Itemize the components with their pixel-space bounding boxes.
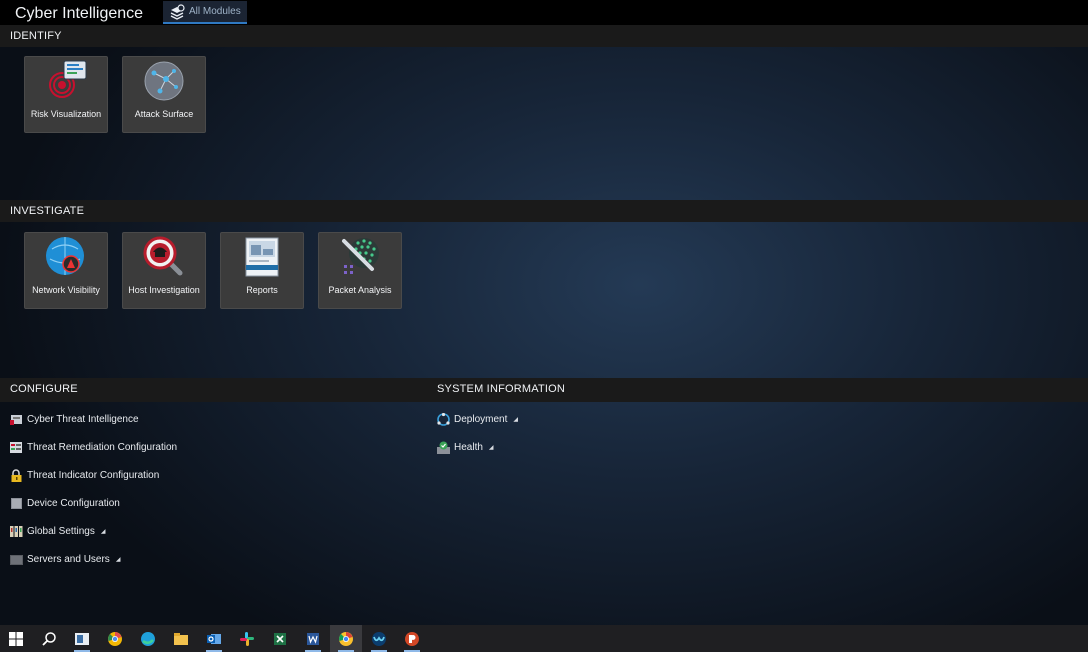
taskbar-outlook[interactable]: [198, 625, 230, 652]
os-taskbar: [0, 625, 1088, 652]
tile-label: Risk Visualization: [30, 109, 102, 119]
taskbar-chrome[interactable]: [330, 625, 362, 652]
config-item-device-configuration[interactable]: Device Configuration: [10, 496, 120, 510]
file-explorer-icon: [174, 632, 188, 645]
expand-caret-icon[interactable]: ◢: [513, 416, 518, 423]
taskbar-search-button[interactable]: [33, 625, 65, 652]
server-icon: [10, 554, 23, 565]
taskbar-word[interactable]: [297, 625, 329, 652]
taskbar-excel[interactable]: [264, 625, 296, 652]
slack-icon: [240, 631, 254, 646]
all-modules-label: All Modules: [189, 6, 241, 17]
investigate-header: INVESTIGATE: [0, 200, 1088, 222]
config-item-label: Servers and Users: [27, 553, 110, 565]
reports-icon: [245, 237, 279, 277]
expand-caret-icon[interactable]: ◢: [101, 528, 106, 535]
config-item-cyber-threat-intelligence[interactable]: Cyber Threat Intelligence: [10, 412, 139, 426]
sys-item-health[interactable]: Health ◢: [437, 440, 494, 454]
deployment-icon: [437, 412, 450, 426]
config-item-label: Threat Remediation Configuration: [27, 441, 178, 453]
taskbar-powerpoint[interactable]: [396, 625, 428, 652]
config-item-global-settings[interactable]: Global Settings ◢: [10, 524, 105, 538]
taskbar-file-explorer[interactable]: [165, 625, 197, 652]
config-item-label: Cyber Threat Intelligence: [27, 413, 139, 425]
all-modules-tab[interactable]: All Modules: [163, 1, 247, 24]
packet-analysis-icon: [342, 238, 379, 274]
config-item-servers-and-users[interactable]: Servers and Users ◢: [10, 552, 120, 566]
taskbar-edge[interactable]: [132, 625, 164, 652]
configure-header: CONFIGURE: [10, 383, 78, 395]
network-visibility-icon: [46, 237, 84, 275]
taskbar-webex[interactable]: [363, 625, 395, 652]
threat-intel-icon: [10, 414, 22, 425]
taskbar-task-view[interactable]: [66, 625, 98, 652]
edge-icon: [141, 631, 155, 646]
network-globe-icon: [144, 61, 184, 101]
top-bar: Cyber Intelligence All Modules: [0, 0, 1088, 25]
taskbar-slack[interactable]: [231, 625, 263, 652]
tile-reports[interactable]: Reports: [220, 232, 304, 309]
system-information-header: SYSTEM INFORMATION: [437, 383, 566, 395]
main-content: IDENTIFY Risk Visualization Attack Surfa…: [0, 25, 1088, 625]
lock-icon: [11, 468, 22, 482]
windows-start-icon: [9, 631, 23, 646]
tile-network-visibility[interactable]: Network Visibility: [24, 232, 108, 309]
tile-label: Host Investigation: [128, 285, 200, 295]
tile-label: Network Visibility: [32, 285, 100, 295]
configure-system-header-bar: CONFIGURE SYSTEM INFORMATION: [0, 378, 1088, 402]
app-title: Cyber Intelligence: [15, 5, 144, 22]
webex-icon: [372, 631, 386, 646]
tile-label: Attack Surface: [134, 109, 194, 119]
tile-label: Packet Analysis: [328, 285, 392, 295]
config-item-threat-remediation-configuration[interactable]: Threat Remediation Configuration: [10, 440, 177, 454]
outlook-icon: [207, 633, 221, 644]
radar-icon: [49, 60, 87, 98]
settings-files-icon: [10, 525, 23, 537]
host-investigation-icon: [143, 236, 183, 276]
health-icon: [437, 441, 450, 454]
chrome-icon: [339, 631, 353, 646]
expand-caret-icon[interactable]: ◢: [489, 444, 494, 451]
tile-packet-analysis[interactable]: Packet Analysis: [318, 232, 402, 309]
modules-stack-icon: [170, 3, 185, 20]
powerpoint-icon: [405, 631, 419, 646]
task-view-icon: [75, 632, 89, 645]
config-item-label: Global Settings: [27, 525, 95, 537]
expand-caret-icon[interactable]: ◢: [116, 556, 121, 563]
sys-item-label: Health: [454, 441, 483, 453]
chrome-canary-icon: [108, 631, 122, 646]
tile-host-investigation[interactable]: Host Investigation: [122, 232, 206, 309]
tile-attack-surface[interactable]: Attack Surface: [122, 56, 206, 133]
identify-header: IDENTIFY: [0, 25, 1088, 47]
config-item-label: Threat Indicator Configuration: [27, 469, 160, 481]
windows-start-button[interactable]: [0, 625, 32, 652]
config-item-label: Device Configuration: [27, 497, 120, 509]
remediation-icon: [10, 441, 22, 453]
sys-item-label: Deployment: [454, 413, 508, 425]
word-icon: [307, 632, 319, 645]
taskbar-chrome-canary[interactable]: [99, 625, 131, 652]
config-item-threat-indicator-configuration[interactable]: Threat Indicator Configuration: [10, 468, 159, 482]
sys-item-deployment[interactable]: Deployment ◢: [437, 412, 518, 426]
search-icon: [42, 631, 56, 646]
device-icon: [11, 497, 22, 509]
tile-risk-visualization[interactable]: Risk Visualization: [24, 56, 108, 133]
excel-icon: [274, 632, 286, 645]
tile-label: Reports: [246, 285, 278, 295]
